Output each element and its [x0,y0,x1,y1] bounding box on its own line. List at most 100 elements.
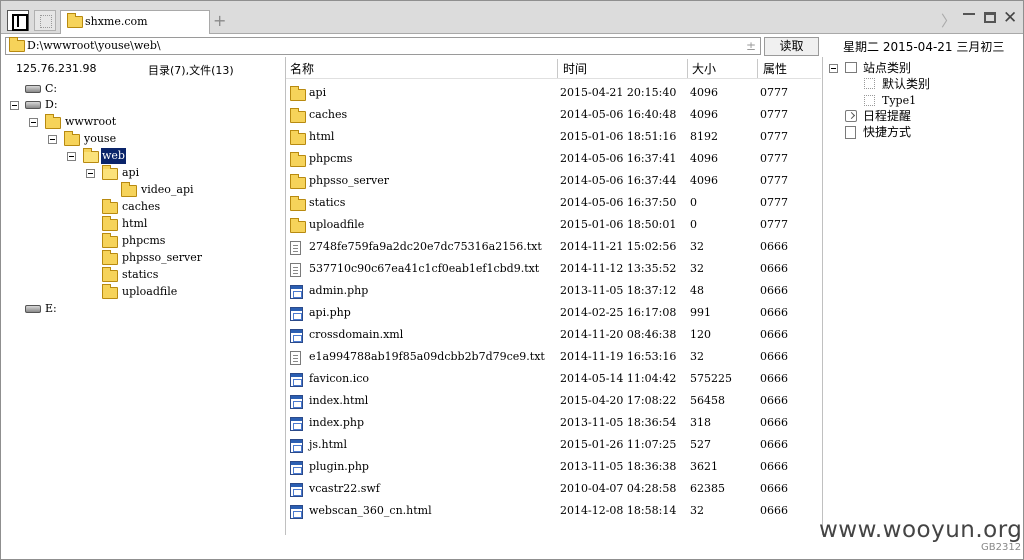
file-size: 8192 [690,130,718,143]
file-size: 527 [690,438,711,451]
collapse-toggle-icon[interactable] [829,64,838,73]
tree-item-video-api[interactable]: video_api [121,182,211,198]
read-button[interactable]: 读取 [764,37,819,56]
file-attr: 0777 [760,174,788,187]
file-size: 4096 [690,86,718,99]
collapse-toggle-icon[interactable] [29,118,38,127]
tree-divider[interactable] [285,57,286,535]
file-row[interactable]: statics 2014-05-06 16:37:50 0 0777 [287,192,819,214]
file-row[interactable]: plugin.php 2013-11-05 18:36:38 3621 0666 [287,456,819,478]
file-row[interactable]: crossdomain.xml 2014-11-20 08:46:38 120 066… [287,324,819,346]
maximize-button[interactable] [984,12,996,23]
file-attr: 0666 [760,306,788,319]
file-row[interactable]: api.php 2014-02-25 16:17:08 991 0666 [287,302,819,324]
file-row[interactable]: favicon.ico 2014-05-14 11:04:42 575225 0666 [287,368,819,390]
spin-icon[interactable]: ± [746,38,756,54]
file-attr: 0666 [760,350,788,363]
category-box-icon [845,62,857,73]
dir-file-count: 目录(7),文件(13) [148,64,234,77]
file-name: phpsso_server [309,174,389,187]
file-row[interactable]: vcastr22.swf 2010-04-07 04:28:58 62385 0666 [287,478,819,500]
column-size[interactable]: 大小 [692,60,716,78]
folder-icon [102,267,118,282]
right-panel-divider[interactable] [822,57,823,535]
collapse-toggle-icon[interactable] [67,152,76,161]
file-attr: 0666 [760,438,788,451]
tree-item-phpcms[interactable]: phpcms [102,233,182,249]
folder-icon [102,250,118,265]
open-folder-icon [102,165,118,180]
file-attr: 0666 [760,328,788,341]
file-time: 2014-11-19 16:53:16 [560,350,677,363]
file-row[interactable]: 537710c90c67ea41c1cf0eab1ef1cbd9.txt 2014… [287,258,819,280]
watermark: www.wooyun.org [819,517,1023,543]
tree-item-d[interactable]: D: [25,97,85,113]
file-size: 991 [690,306,711,319]
file-row[interactable]: index.html 2015-04-20 17:08:22 56458 0666 [287,390,819,412]
web-file-icon [290,307,303,321]
column-time[interactable]: 时间 [563,60,587,78]
web-file-icon [290,373,303,387]
file-name: statics [309,196,346,209]
file-size: 120 [690,328,711,341]
file-row[interactable]: webscan_360_cn.html 2014-12-08 18:58:14 32… [287,500,819,522]
file-size: 32 [690,350,704,363]
collapse-toggle-icon[interactable] [86,169,95,178]
file-name: 2748fe759fa9a2dc20e7dc75316a2156.txt [309,240,542,253]
file-row[interactable]: index.php 2013-11-05 18:36:54 318 0666 [287,412,819,434]
tree-item-uploadfile[interactable]: uploadfile [102,284,192,300]
drive-icon [25,305,41,313]
address-field[interactable]: D:\wwwroot\youse\web\ ± [5,37,761,55]
address-path: D:\wwwroot\youse\web\ [27,39,161,52]
column-divider[interactable] [757,59,758,78]
column-divider[interactable] [557,59,558,78]
minimize-button[interactable] [963,13,975,15]
collapse-toggle-icon[interactable] [10,101,19,110]
file-row[interactable]: phpsso_server 2014-05-06 16:37:44 4096 0777 [287,170,819,192]
tree-item-html[interactable]: html [102,216,182,232]
file-row[interactable]: caches 2014-05-06 16:40:48 4096 0777 [287,104,819,126]
add-tab-button[interactable]: + [213,11,226,30]
file-time: 2014-11-21 15:02:56 [560,240,677,253]
web-file-icon [290,395,303,409]
tab-shxme[interactable]: shxme.com [60,10,210,34]
file-name: uploadfile [309,218,365,231]
folder-icon [102,216,118,231]
file-row[interactable]: phpcms 2014-05-06 16:37:41 4096 0777 [287,148,819,170]
file-row[interactable]: admin.php 2013-11-05 18:37:12 48 0666 [287,280,819,302]
tree-item-web[interactable]: web [83,148,143,164]
column-divider[interactable] [687,59,688,78]
file-row[interactable]: 2748fe759fa9a2dc20e7dc75316a2156.txt 2014… [287,236,819,258]
file-row[interactable]: api 2015-04-21 20:15:40 4096 0777 [287,82,819,104]
text-file-icon [290,263,301,277]
app-window: shxme.com + 〉 ✕ D:\wwwroot\youse\web\ ± … [0,0,1024,560]
tree-item-c[interactable]: C: [25,81,85,97]
web-file-icon [290,461,303,475]
tree-item-e[interactable]: E: [25,301,85,317]
file-time: 2015-01-26 11:07:25 [560,438,677,451]
tree-item-wwwroot[interactable]: wwwroot [45,114,135,130]
close-button[interactable]: ✕ [1003,8,1017,28]
file-attr: 0777 [760,196,788,209]
collapse-toggle-icon[interactable] [48,135,57,144]
chevron-right-icon[interactable]: 〉 [941,10,956,31]
tree-item-statics[interactable]: statics [102,267,182,283]
file-attr: 0666 [760,372,788,385]
tree-item-youse[interactable]: youse [64,131,144,147]
file-attr: 0666 [760,262,788,275]
tree-item-caches[interactable]: caches [102,199,182,215]
folder-icon [102,284,118,299]
file-row[interactable]: e1a994788ab19f85a09dcbb2b7d79ce9.txt 2014… [287,346,819,368]
file-row[interactable]: uploadfile 2015-01-06 18:50:01 0 0777 [287,214,819,236]
column-name[interactable]: 名称 [290,60,314,78]
web-file-icon [290,285,303,299]
blank-page-icon[interactable] [34,10,56,31]
panel-toggle-icon[interactable] [7,10,29,31]
file-row[interactable]: html 2015-01-06 18:51:16 8192 0777 [287,126,819,148]
column-attr[interactable]: 属性 [763,60,787,78]
file-name: webscan_360_cn.html [309,504,432,517]
file-attr: 0777 [760,130,788,143]
file-row[interactable]: js.html 2015-01-26 11:07:25 527 0666 [287,434,819,456]
tree-item-api[interactable]: api [102,165,162,181]
tree-item-phpsso-server[interactable]: phpsso_server [102,250,212,266]
